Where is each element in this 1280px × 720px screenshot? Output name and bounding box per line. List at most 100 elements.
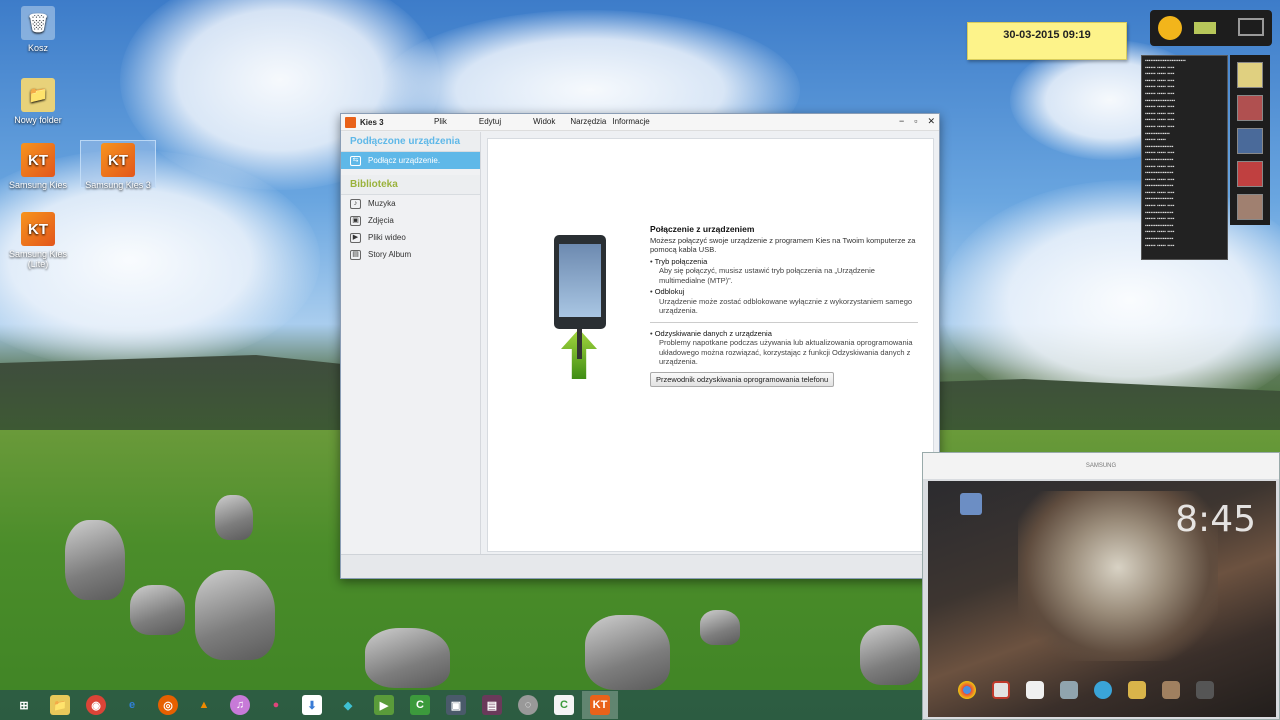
internet-explorer-icon: e: [128, 699, 136, 711]
sidebar: Podłączone urządzenia ⇆ Podłącz urządzen…: [341, 132, 481, 578]
folder-icon: 📁: [50, 695, 70, 715]
minimize-button[interactable]: −: [899, 116, 904, 127]
window-controls: − ▫ ✕: [899, 116, 935, 127]
network-icon: [1194, 22, 1216, 34]
sidebar-item-photos[interactable]: ▣ Zdjęcia: [341, 212, 480, 229]
app-icon[interactable]: [1162, 681, 1180, 699]
connected-devices-header: Podłączone urządzenia: [341, 132, 480, 152]
browser-icon[interactable]: [1094, 681, 1112, 699]
desktop-icon-label: Nowy folder: [14, 115, 62, 125]
bullet-text: Aby się połączyć, musisz ustawić tryb po…: [659, 266, 875, 285]
vlc-icon: ▲: [198, 699, 210, 711]
taskbar-ie[interactable]: e: [114, 691, 150, 719]
music-icon: ♪: [350, 198, 361, 209]
photo-icon: ▣: [350, 215, 361, 226]
phone-app-icon[interactable]: [1060, 681, 1078, 699]
taskbar-app[interactable]: ▣: [438, 691, 474, 719]
kies-icon: KT: [21, 212, 55, 246]
menu-info[interactable]: Informacje: [612, 117, 649, 126]
bullet-title: Odblokuj: [654, 287, 685, 296]
kies-window[interactable]: Kies 3 Plik Edytuj Widok Narzędzia Infor…: [340, 113, 940, 579]
sidebar-item-music[interactable]: ♪ Muzyka: [341, 195, 480, 212]
taskbar-vlc[interactable]: ▲: [186, 691, 222, 719]
rock: [65, 520, 125, 600]
app-dock: [958, 681, 1214, 699]
taskbar-itunes[interactable]: ♫: [222, 691, 258, 719]
gadget-thumb[interactable]: [1237, 62, 1263, 88]
menu-view[interactable]: Widok: [533, 117, 555, 126]
sidebar-item-label: Zdjęcia: [368, 216, 394, 225]
desktop-icon-samsung-kies-lite[interactable]: KT Samsung Kies (Lite): [0, 212, 76, 269]
download-icon: ⬇: [302, 695, 322, 715]
title-bar[interactable]: Kies 3 Plik Edytuj Widok Narzędzia Infor…: [341, 114, 939, 131]
home-clock: 8:45: [1175, 499, 1256, 540]
sidebar-item-connect-device[interactable]: ⇆ Podłącz urządzenie.: [341, 152, 480, 169]
usb-plug-icon: ⇆: [350, 155, 361, 166]
taskbar-explorer[interactable]: 📁: [42, 691, 78, 719]
recycle-bin-icon: 🗑: [21, 6, 55, 40]
connection-info: Połączenie z urządzeniem Możesz połączyć…: [650, 224, 918, 387]
kies-logo-icon: [345, 116, 356, 128]
bullet-unlock: • Odblokuj: [650, 287, 685, 296]
maximize-button[interactable]: ▫: [914, 116, 917, 127]
taskbar-media[interactable]: ▶: [366, 691, 402, 719]
sidebar-item-videos[interactable]: ▶ Pliki wideo: [341, 229, 480, 246]
sidebar-item-story-album[interactable]: ▤ Story Album: [341, 246, 480, 263]
rock: [585, 615, 670, 690]
app-icon: ●: [272, 699, 280, 711]
menu-edit[interactable]: Edytuj: [479, 117, 501, 126]
play-icon: ▶: [374, 695, 394, 715]
clock-gadget[interactable]: 30-03-2015 09:19: [967, 22, 1127, 60]
bullet-title: Tryb połączenia: [654, 256, 708, 266]
chrome-icon[interactable]: [958, 681, 976, 699]
gadget-sidebar[interactable]: [1230, 55, 1270, 225]
gadget-thumb[interactable]: [1237, 194, 1263, 220]
gmail-icon[interactable]: [992, 681, 1010, 699]
close-button[interactable]: ✕: [927, 116, 935, 127]
desktop-icon-label: Samsung Kies (Lite): [8, 249, 68, 269]
store-icon[interactable]: [1026, 681, 1044, 699]
windows-icon: ⊞: [19, 699, 29, 712]
apps-grid-icon[interactable]: [1196, 681, 1214, 699]
app-icon[interactable]: [1128, 681, 1146, 699]
status-bar: [341, 554, 939, 578]
bullet-connection-mode: • Tryb połączenia: [650, 256, 708, 266]
gadget-thumb[interactable]: [1237, 95, 1263, 121]
desktop-icon-samsung-kies-3[interactable]: KT Samsung Kies 3: [80, 140, 156, 190]
gadget-thumb[interactable]: [1237, 128, 1263, 154]
folder-icon: 📁: [21, 78, 55, 112]
taskbar-app[interactable]: ▤: [474, 691, 510, 719]
gadget-thumb[interactable]: [1237, 161, 1263, 187]
start-button[interactable]: ⊞: [6, 691, 42, 719]
taskbar-firefox[interactable]: ◎: [150, 691, 186, 719]
taskbar-app[interactable]: ●: [258, 691, 294, 719]
clock-datetime: 30-03-2015 09:19: [1003, 29, 1091, 41]
taskbar-dropbox[interactable]: ⬇: [294, 691, 330, 719]
info-intro: Możesz połączyć swoje urządzenie z progr…: [650, 235, 916, 255]
desktop-icon-recycle-bin[interactable]: 🗑 Kosz: [0, 6, 76, 53]
desktop-icon-folder[interactable]: 📁 Nowy folder: [0, 78, 76, 125]
desktop-icon-label: Samsung Kies: [8, 180, 68, 190]
sidebar-item-label: Pliki wideo: [368, 233, 406, 242]
firmware-recovery-guide-button[interactable]: Przewodnik odzyskiwania oprogramowania t…: [650, 371, 835, 387]
taskbar-app[interactable]: ◌: [510, 691, 546, 719]
cpu-monitor-gadget[interactable]: ▪▪▪▪▪▪▪▪▪▪▪▪▪▪▪▪▪▪▪▪▪▪▪ ▪▪▪▪▪▪ ▪▪▪▪▪ ▪▪▪▪…: [1141, 55, 1228, 260]
itunes-icon: ♫: [230, 695, 250, 715]
taskbar-camtasia-recorder[interactable]: C: [546, 691, 582, 719]
menu-tools[interactable]: Narzędzia: [570, 117, 606, 126]
rock: [130, 585, 185, 635]
taskbar-kies[interactable]: KT: [582, 691, 618, 719]
phone-mirror-window[interactable]: SAMSUNG 8:45: [922, 452, 1280, 720]
mirror-brand: SAMSUNG: [923, 453, 1279, 479]
gallery-app-icon[interactable]: [960, 493, 982, 515]
rock: [860, 625, 920, 685]
camtasia-icon: C: [554, 695, 574, 715]
menu-file[interactable]: Plik: [434, 117, 447, 126]
taskbar-camtasia[interactable]: C: [402, 691, 438, 719]
desktop-icon-samsung-kies[interactable]: KT Samsung Kies: [0, 143, 76, 190]
phone-screen[interactable]: 8:45: [928, 481, 1276, 717]
gadget-bar[interactable]: [1150, 10, 1272, 46]
taskbar-chrome[interactable]: ◉: [78, 691, 114, 719]
sidebar-item-label: Muzyka: [368, 199, 396, 208]
taskbar-app[interactable]: ◆: [330, 691, 366, 719]
